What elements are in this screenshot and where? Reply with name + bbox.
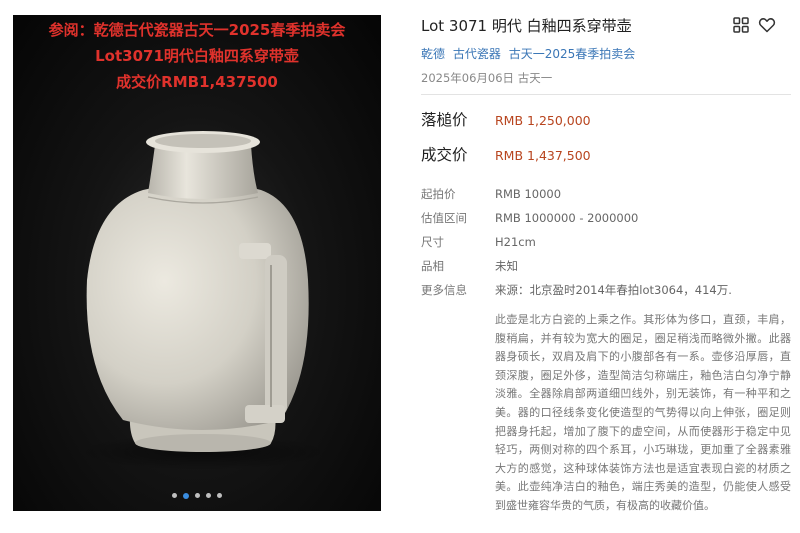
carousel-dot[interactable] <box>206 493 211 498</box>
watermark-price-line: 成交价RMB1,437500 <box>116 73 278 91</box>
more-info-value: 来源：北京盈时2014年春拍lot3064，414万. <box>495 283 732 297</box>
carousel-dot[interactable] <box>217 493 222 498</box>
carousel-dot[interactable] <box>172 493 177 498</box>
breadcrumb: 乾德 古代瓷器 古天一2025春季拍卖会 <box>421 45 639 62</box>
sold-price-label: 成交价 <box>421 146 468 164</box>
breadcrumb-item[interactable]: 古代瓷器 <box>453 47 501 61</box>
breadcrumb-item[interactable]: 乾德 <box>421 47 445 61</box>
hammer-price-label: 落槌价 <box>421 111 468 129</box>
heart-icon[interactable] <box>758 16 776 34</box>
more-info-row: 更多信息 来源：北京盈时2014年春拍lot3064，414万. <box>421 282 732 298</box>
auction-date: 2025年06月06日 古天一 <box>421 71 553 85</box>
estimate-row: 估值区间 RMB 1000000 - 2000000 <box>421 210 638 226</box>
product-image[interactable]: 参阅：乾德古代瓷器古天一2025春季拍卖会 Lot3071明代白釉四系穿带壶 成… <box>13 15 381 511</box>
condition-row: 品相 未知 <box>421 258 518 274</box>
carousel-dot-active[interactable] <box>183 492 189 499</box>
size-value: H21cm <box>495 235 536 249</box>
carousel-indicator <box>13 485 381 504</box>
start-price-row: 起拍价 RMB 10000 <box>421 186 561 202</box>
watermark-lot-line: Lot3071明代白釉四系穿带壶 <box>95 47 299 65</box>
size-row: 尺寸 H21cm <box>421 234 536 250</box>
grid-icon[interactable] <box>732 16 750 34</box>
carousel-dot[interactable] <box>195 493 200 498</box>
more-info-label: 更多信息 <box>421 283 467 297</box>
hammer-price-row: 落槌价 RMB 1,250,000 <box>421 108 591 130</box>
condition-value: 未知 <box>495 259 518 273</box>
sold-price-value: RMB 1,437,500 <box>495 148 591 163</box>
watermark-auction-line: 参阅：乾德古代瓷器古天一2025春季拍卖会 <box>48 21 346 39</box>
hammer-price-value: RMB 1,250,000 <box>495 113 591 128</box>
breadcrumb-item[interactable]: 古天一2025春季拍卖会 <box>509 47 636 61</box>
start-price-label: 起拍价 <box>421 187 456 201</box>
estimate-value: RMB 1000000 - 2000000 <box>495 211 639 225</box>
sold-price-row: 成交价 RMB 1,437,500 <box>421 143 591 165</box>
divider <box>421 94 791 95</box>
estimate-label: 估值区间 <box>421 211 467 225</box>
lot-description: 此壶是北方白瓷的上乘之作。其形体为侈口，直颈，丰肩，腹稍扁，并有较为宽大的圈足，… <box>495 313 791 512</box>
lot-title: Lot 3071 明代 白釉四系穿带壶 <box>421 17 632 35</box>
start-price-value: RMB 10000 <box>495 187 562 201</box>
condition-label: 品相 <box>421 259 444 273</box>
size-label: 尺寸 <box>421 235 444 249</box>
